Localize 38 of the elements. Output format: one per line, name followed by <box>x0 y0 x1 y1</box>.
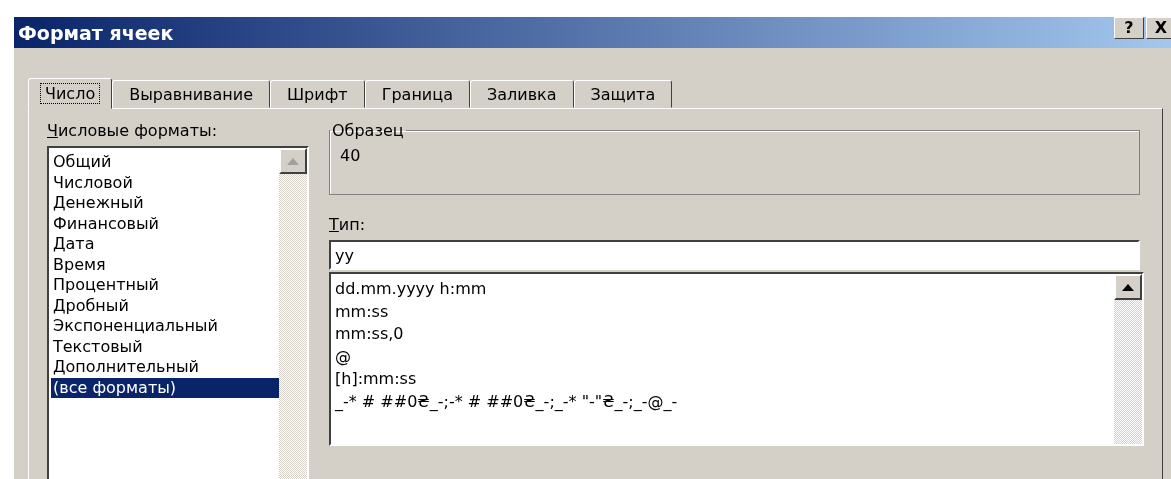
list-item[interactable]: mm:ss,0 <box>333 323 1114 346</box>
scroll-up-button[interactable] <box>1114 274 1142 300</box>
tab[interactable]: Граница <box>364 80 470 108</box>
list-item[interactable]: (все форматы) <box>51 377 279 398</box>
tab[interactable]: Шрифт <box>270 80 365 108</box>
tab[interactable]: Защита <box>573 80 673 108</box>
window-title: Формат ячеек <box>18 21 174 44</box>
list-item[interactable]: Числовой <box>51 172 279 193</box>
close-button[interactable]: X <box>1146 17 1171 39</box>
help-button[interactable]: ? <box>1114 17 1144 39</box>
list-item[interactable]: Денежный <box>51 193 279 214</box>
type-label: Тип: <box>329 215 367 234</box>
sample-value: 40 <box>340 146 361 165</box>
list-item[interactable]: mm:ss <box>333 300 1114 323</box>
list-item[interactable]: Дополнительный <box>51 357 279 378</box>
list-item[interactable]: Финансовый <box>51 213 279 234</box>
list-item[interactable]: Процентный <box>51 275 279 296</box>
list-item[interactable]: Экспоненциальный <box>51 316 279 337</box>
tab[interactable]: Выравнивание <box>112 80 270 108</box>
scrollbar[interactable] <box>1114 274 1142 444</box>
list-label: Числовые форматы: <box>47 121 218 140</box>
scroll-up-button[interactable] <box>279 148 307 174</box>
list-item[interactable]: Дробный <box>51 295 279 316</box>
list-item[interactable]: [h]:mm:ss <box>333 368 1114 391</box>
up-arrow-icon <box>1122 283 1134 291</box>
list-item[interactable]: Время <box>51 254 279 275</box>
list-item[interactable]: Текстовый <box>51 336 279 357</box>
scrollbar[interactable] <box>279 148 307 479</box>
list-item[interactable]: _-* # ##0₴_-;-* # ##0₴_-;_-* "-"₴_-;_-@_- <box>333 390 1114 413</box>
tab[interactable]: Заливка <box>469 80 574 108</box>
type-field[interactable]: yy <box>329 240 1140 270</box>
list-item[interactable]: dd.mm.yyyy h:mm <box>333 278 1114 301</box>
list-item[interactable]: @ <box>333 345 1114 368</box>
up-arrow-icon <box>287 157 299 165</box>
tab[interactable]: Число <box>28 78 113 109</box>
list-item[interactable]: Дата <box>51 234 279 255</box>
list-item[interactable]: Общий <box>51 152 279 173</box>
group-legend: Образец <box>330 121 406 140</box>
